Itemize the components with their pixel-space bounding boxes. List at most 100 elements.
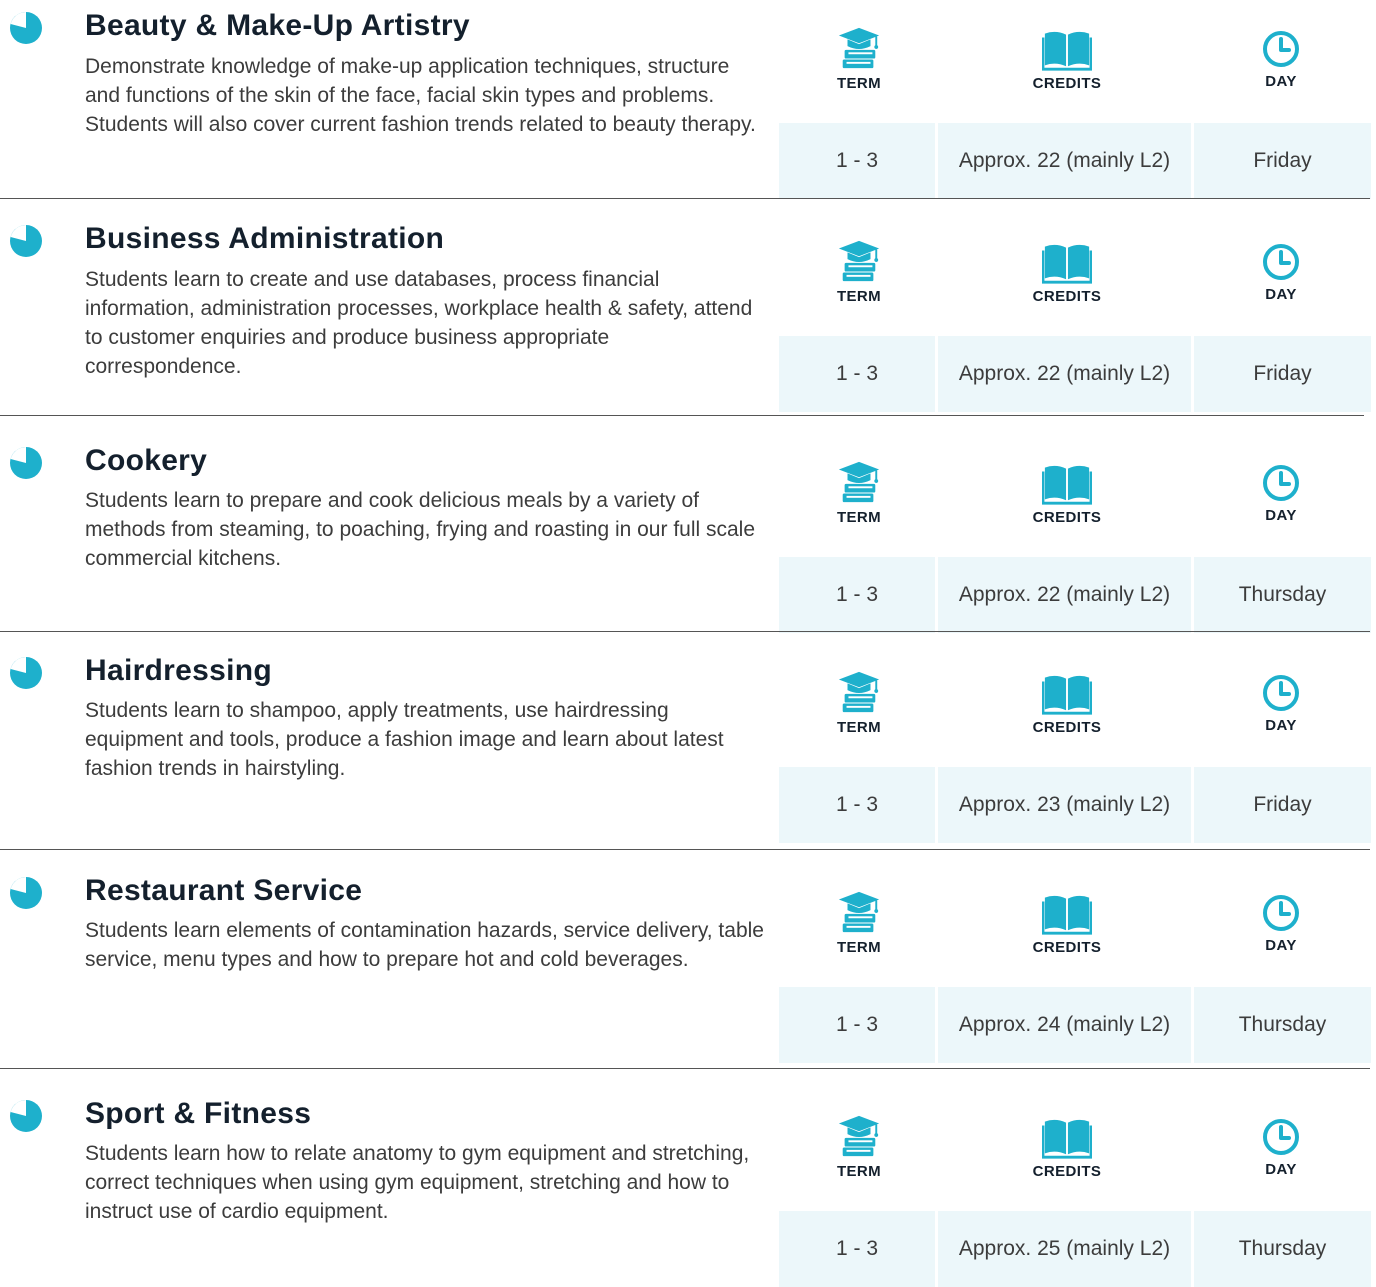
day-label: DAY [1265, 937, 1297, 954]
section-divider [0, 415, 1364, 416]
term-header: TERM [819, 669, 899, 736]
credits-header: CREDITS [992, 889, 1142, 956]
open-book-icon [1042, 891, 1092, 935]
credits-value: Approx. 22 (mainly L2) [938, 557, 1191, 633]
day-value: Friday [1194, 336, 1371, 412]
course-info-table: TERM CREDITS DAY 1 - 3 Approx. 22 (mainl… [779, 238, 1371, 412]
pie-bullet-icon [8, 1098, 44, 1134]
open-book-icon [1042, 27, 1092, 71]
day-label: DAY [1265, 1161, 1297, 1178]
course-title: Beauty & Make-Up Artistry [85, 9, 470, 42]
credits-value: Approx. 25 (mainly L2) [938, 1211, 1191, 1287]
graduation-cap-books-icon [836, 669, 882, 715]
clock-icon [1261, 673, 1301, 713]
term-header: TERM [819, 459, 899, 526]
clock-icon [1261, 1117, 1301, 1157]
credits-label: CREDITS [1032, 509, 1102, 526]
day-label: DAY [1265, 286, 1297, 303]
course-info-table: TERM CREDITS DAY 1 - 3 Approx. 25 (mainl… [779, 1113, 1371, 1287]
day-header: DAY [1241, 889, 1321, 954]
credits-label: CREDITS [1032, 75, 1102, 92]
info-values: 1 - 3 Approx. 22 (mainly L2) Friday [779, 336, 1371, 412]
day-value: Thursday [1194, 987, 1371, 1063]
term-value: 1 - 3 [779, 557, 935, 633]
info-headers: TERM CREDITS DAY [779, 1113, 1371, 1211]
info-headers: TERM CREDITS DAY [779, 238, 1371, 336]
open-book-icon [1042, 671, 1092, 715]
clock-icon [1261, 893, 1301, 933]
term-label: TERM [836, 509, 882, 526]
pie-bullet-icon [8, 875, 44, 911]
course-title: Hairdressing [85, 654, 272, 687]
credits-label: CREDITS [1032, 288, 1102, 305]
credits-value: Approx. 24 (mainly L2) [938, 987, 1191, 1063]
course-title: Sport & Fitness [85, 1097, 312, 1130]
day-value: Thursday [1194, 557, 1371, 633]
term-header: TERM [819, 889, 899, 956]
day-label: DAY [1265, 507, 1297, 524]
term-label: TERM [836, 288, 882, 305]
section-divider [0, 631, 1370, 632]
info-values: 1 - 3 Approx. 24 (mainly L2) Thursday [779, 987, 1371, 1063]
day-label: DAY [1265, 717, 1297, 734]
clock-icon [1261, 29, 1301, 69]
credits-value: Approx. 22 (mainly L2) [938, 336, 1191, 412]
course-title: Cookery [85, 444, 208, 477]
day-header: DAY [1241, 459, 1321, 524]
credits-header: CREDITS [992, 669, 1142, 736]
course-description: Students learn elements of contamination… [85, 919, 764, 971]
open-book-icon [1042, 1115, 1092, 1159]
clock-icon [1261, 463, 1301, 503]
info-values: 1 - 3 Approx. 22 (mainly L2) Thursday [779, 557, 1371, 633]
term-header: TERM [819, 238, 899, 305]
day-header: DAY [1241, 25, 1321, 90]
term-value: 1 - 3 [779, 336, 935, 412]
day-value: Friday [1194, 767, 1371, 843]
day-header: DAY [1241, 238, 1321, 303]
course-title: Business Administration [85, 222, 445, 255]
course-info-table: TERM CREDITS DAY 1 - 3 Approx. 22 (mainl… [779, 25, 1371, 199]
credits-label: CREDITS [1032, 1163, 1102, 1180]
day-value: Thursday [1194, 1211, 1371, 1287]
graduation-cap-books-icon [836, 25, 882, 71]
term-label: TERM [836, 939, 882, 956]
info-values: 1 - 3 Approx. 23 (mainly L2) Friday [779, 767, 1371, 843]
credits-header: CREDITS [992, 1113, 1142, 1180]
section-divider [0, 1068, 1370, 1069]
term-label: TERM [836, 75, 882, 92]
term-label: TERM [836, 719, 882, 736]
credits-label: CREDITS [1032, 939, 1102, 956]
day-header: DAY [1241, 1113, 1321, 1178]
pie-bullet-icon [8, 223, 44, 259]
credits-value: Approx. 22 (mainly L2) [938, 123, 1191, 199]
credits-value: Approx. 23 (mainly L2) [938, 767, 1191, 843]
graduation-cap-books-icon [836, 889, 882, 935]
course-description: Demonstrate knowledge of make-up applica… [85, 55, 756, 136]
clock-icon [1261, 242, 1301, 282]
credits-label: CREDITS [1032, 719, 1102, 736]
course-info-table: TERM CREDITS DAY 1 - 3 Approx. 22 (mainl… [779, 459, 1371, 633]
section-divider [0, 198, 1370, 199]
term-label: TERM [836, 1163, 882, 1180]
pie-bullet-icon [8, 445, 44, 481]
term-header: TERM [819, 25, 899, 92]
info-values: 1 - 3 Approx. 25 (mainly L2) Thursday [779, 1211, 1371, 1287]
graduation-cap-books-icon [836, 1113, 882, 1159]
day-value: Friday [1194, 123, 1371, 199]
credits-header: CREDITS [992, 25, 1142, 92]
open-book-icon [1042, 461, 1092, 505]
course-description: Students learn to prepare and cook delic… [85, 489, 756, 570]
pie-bullet-icon [8, 10, 44, 46]
term-header: TERM [819, 1113, 899, 1180]
section-divider [0, 849, 1370, 850]
course-title: Restaurant Service [85, 874, 363, 907]
term-value: 1 - 3 [779, 987, 935, 1063]
credits-header: CREDITS [992, 238, 1142, 305]
graduation-cap-books-icon [836, 459, 882, 505]
open-book-icon [1042, 240, 1092, 284]
course-info-table: TERM CREDITS DAY 1 - 3 Approx. 24 (mainl… [779, 889, 1371, 1063]
info-headers: TERM CREDITS DAY [779, 889, 1371, 987]
info-headers: TERM CREDITS DAY [779, 669, 1371, 767]
course-description: Students learn to create and use databas… [85, 268, 753, 378]
graduation-cap-books-icon [836, 238, 882, 284]
